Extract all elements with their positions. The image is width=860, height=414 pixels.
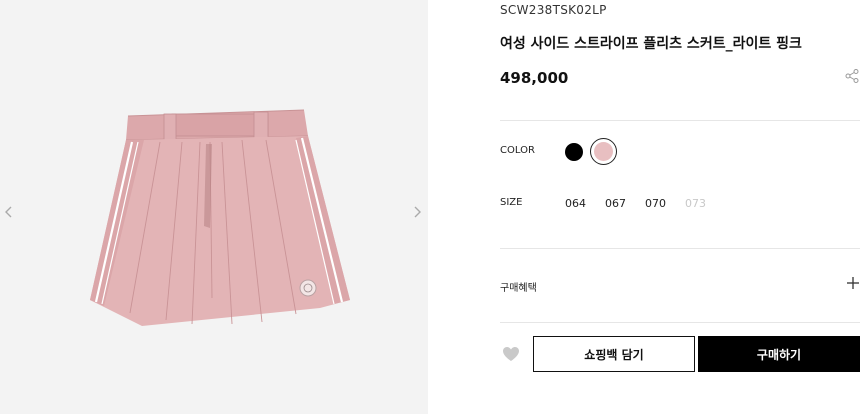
size-option-073: 073 [685,197,706,210]
size-option-070[interactable]: 070 [645,197,666,210]
heart-icon[interactable] [502,346,520,362]
color-swatch-light-pink[interactable] [590,138,617,165]
add-to-cart-button[interactable]: 쇼핑백 담기 [533,336,695,372]
color-swatch-black[interactable] [565,143,583,161]
product-price: 498,000 [500,69,569,87]
plus-icon[interactable] [846,276,860,290]
color-swatch-fill [594,142,613,161]
chevron-right-icon[interactable] [410,205,424,219]
divider [500,322,860,323]
size-label: SIZE [500,197,523,208]
product-gallery [0,0,428,414]
purchase-benefit-label: 구매혜택 [500,283,537,294]
size-option-067[interactable]: 067 [605,197,626,210]
product-sku: SCW238TSK02LP [500,3,607,17]
product-title: 여성 사이드 스트라이프 플리츠 스커트_라이트 핑크 [500,36,802,52]
share-icon[interactable] [844,68,860,84]
color-label: COLOR [500,145,535,156]
product-info: SCW238TSK02LP 여성 사이드 스트라이프 플리츠 스커트_라이트 핑… [500,0,860,414]
chevron-left-icon[interactable] [2,205,16,219]
divider [500,120,860,121]
product-image [90,109,350,326]
buy-now-button[interactable]: 구매하기 [698,336,860,372]
divider [500,248,860,249]
size-option-064[interactable]: 064 [565,197,586,210]
